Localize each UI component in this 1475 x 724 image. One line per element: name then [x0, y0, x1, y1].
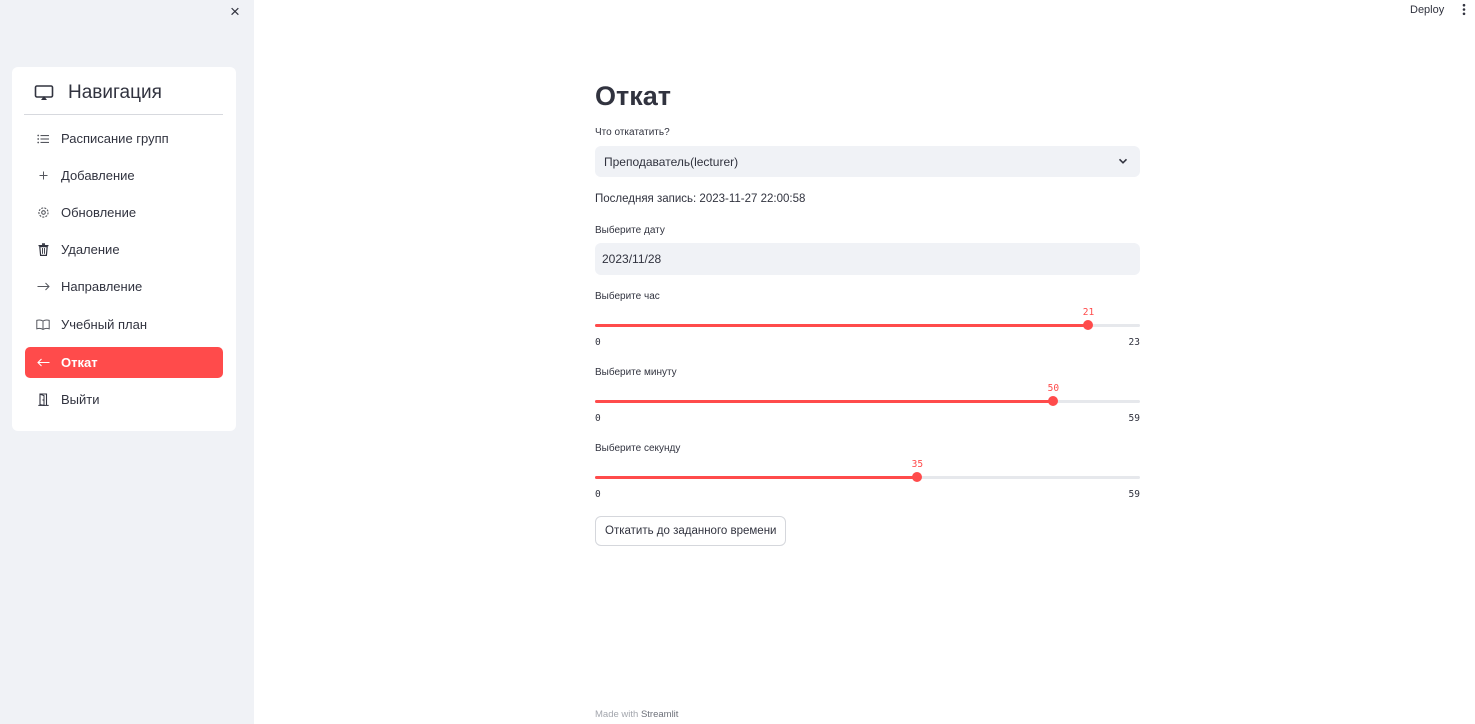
- sidebar-item-direction[interactable]: Направление: [25, 271, 223, 302]
- sidebar-item-logout[interactable]: Выйти: [25, 384, 223, 415]
- plus-icon: [36, 169, 50, 183]
- arrow-right-icon: [36, 280, 50, 294]
- slider-max: 59: [1128, 489, 1140, 500]
- footer-brand-link[interactable]: Streamlit: [641, 709, 678, 720]
- sidebar-item-label: Удаление: [61, 242, 120, 257]
- gear-icon: [36, 206, 50, 220]
- slider-min: 0: [595, 413, 601, 424]
- monitor-icon: [33, 82, 55, 104]
- rollback-target-label: Что откататить?: [595, 127, 670, 138]
- sidebar-item-label: Расписание групп: [61, 131, 169, 146]
- chevron-down-icon: [1117, 155, 1129, 167]
- book-icon: [36, 318, 50, 332]
- rollback-target-value: Преподаватель(lecturer): [604, 154, 739, 169]
- date-input[interactable]: 2023/11/28: [595, 243, 1140, 275]
- second-slider[interactable]: 35 0 59: [595, 459, 1140, 502]
- sidebar-item-label: Добавление: [61, 168, 135, 183]
- sidebar-item-label: Направление: [61, 279, 143, 294]
- arrow-left-icon: [36, 356, 50, 370]
- slider-value: 21: [1082, 307, 1095, 318]
- door-icon: [36, 393, 50, 407]
- hour-label: Выберите час: [595, 291, 660, 302]
- slider-max: 23: [1128, 337, 1140, 348]
- navigation-menu: Навигация Расписание групп Добавление Об…: [12, 67, 236, 431]
- sidebar-item-delete[interactable]: Удаление: [25, 234, 223, 265]
- sidebar-item-label: Выйти: [61, 392, 100, 407]
- sidebar-item-label: Откат: [61, 355, 98, 370]
- navigation-title: Навигация: [68, 82, 162, 103]
- slider-value: 50: [1047, 383, 1060, 394]
- navigation-header: Навигация: [24, 80, 223, 115]
- rollback-target-select[interactable]: Преподаватель(lecturer): [595, 146, 1140, 177]
- minute-label: Выберите минуту: [595, 367, 677, 378]
- slider-min: 0: [595, 337, 601, 348]
- deploy-button[interactable]: Deploy: [1410, 4, 1444, 16]
- minute-slider[interactable]: 50 0 59: [595, 383, 1140, 426]
- page-title: Откат: [595, 81, 671, 111]
- sidebar-item-add[interactable]: Добавление: [25, 160, 223, 191]
- slider-thumb[interactable]: [1083, 320, 1094, 330]
- hour-slider[interactable]: 21 0 23: [595, 307, 1140, 350]
- footer: Made with Streamlit: [595, 709, 678, 720]
- sidebar-item-label: Обновление: [61, 205, 137, 220]
- slider-min: 0: [595, 489, 601, 500]
- slider-thumb[interactable]: [1048, 396, 1059, 406]
- list-icon: [36, 132, 50, 146]
- slider-thumb[interactable]: [912, 472, 923, 482]
- more-menu-icon[interactable]: [1459, 3, 1469, 17]
- slider-value: 35: [911, 459, 924, 470]
- sidebar-item-rollback[interactable]: Откат: [25, 347, 223, 378]
- sidebar-item-schedule[interactable]: Расписание групп: [25, 123, 223, 154]
- sidebar-item-curriculum[interactable]: Учебный план: [25, 309, 223, 340]
- slider-fill: [595, 400, 1054, 403]
- sidebar-item-label: Учебный план: [61, 317, 147, 332]
- date-label: Выберите дату: [595, 225, 665, 236]
- trash-icon: [36, 243, 50, 257]
- footer-made-with: Made with: [595, 709, 639, 720]
- slider-fill: [595, 476, 918, 479]
- rollback-submit-button[interactable]: Откатить до заданного времени: [595, 516, 787, 546]
- slider-max: 59: [1128, 413, 1140, 424]
- slider-fill: [595, 324, 1089, 327]
- date-value: 2023/11/28: [602, 252, 662, 266]
- sidebar: × Навигация Расписание групп Добавление …: [0, 0, 254, 724]
- last-record-text: Последняя запись: 2023-11-27 22:00:58: [595, 193, 806, 205]
- second-label: Выберите секунду: [595, 443, 681, 454]
- sidebar-item-update[interactable]: Обновление: [25, 197, 223, 228]
- close-sidebar-button[interactable]: ×: [226, 3, 244, 21]
